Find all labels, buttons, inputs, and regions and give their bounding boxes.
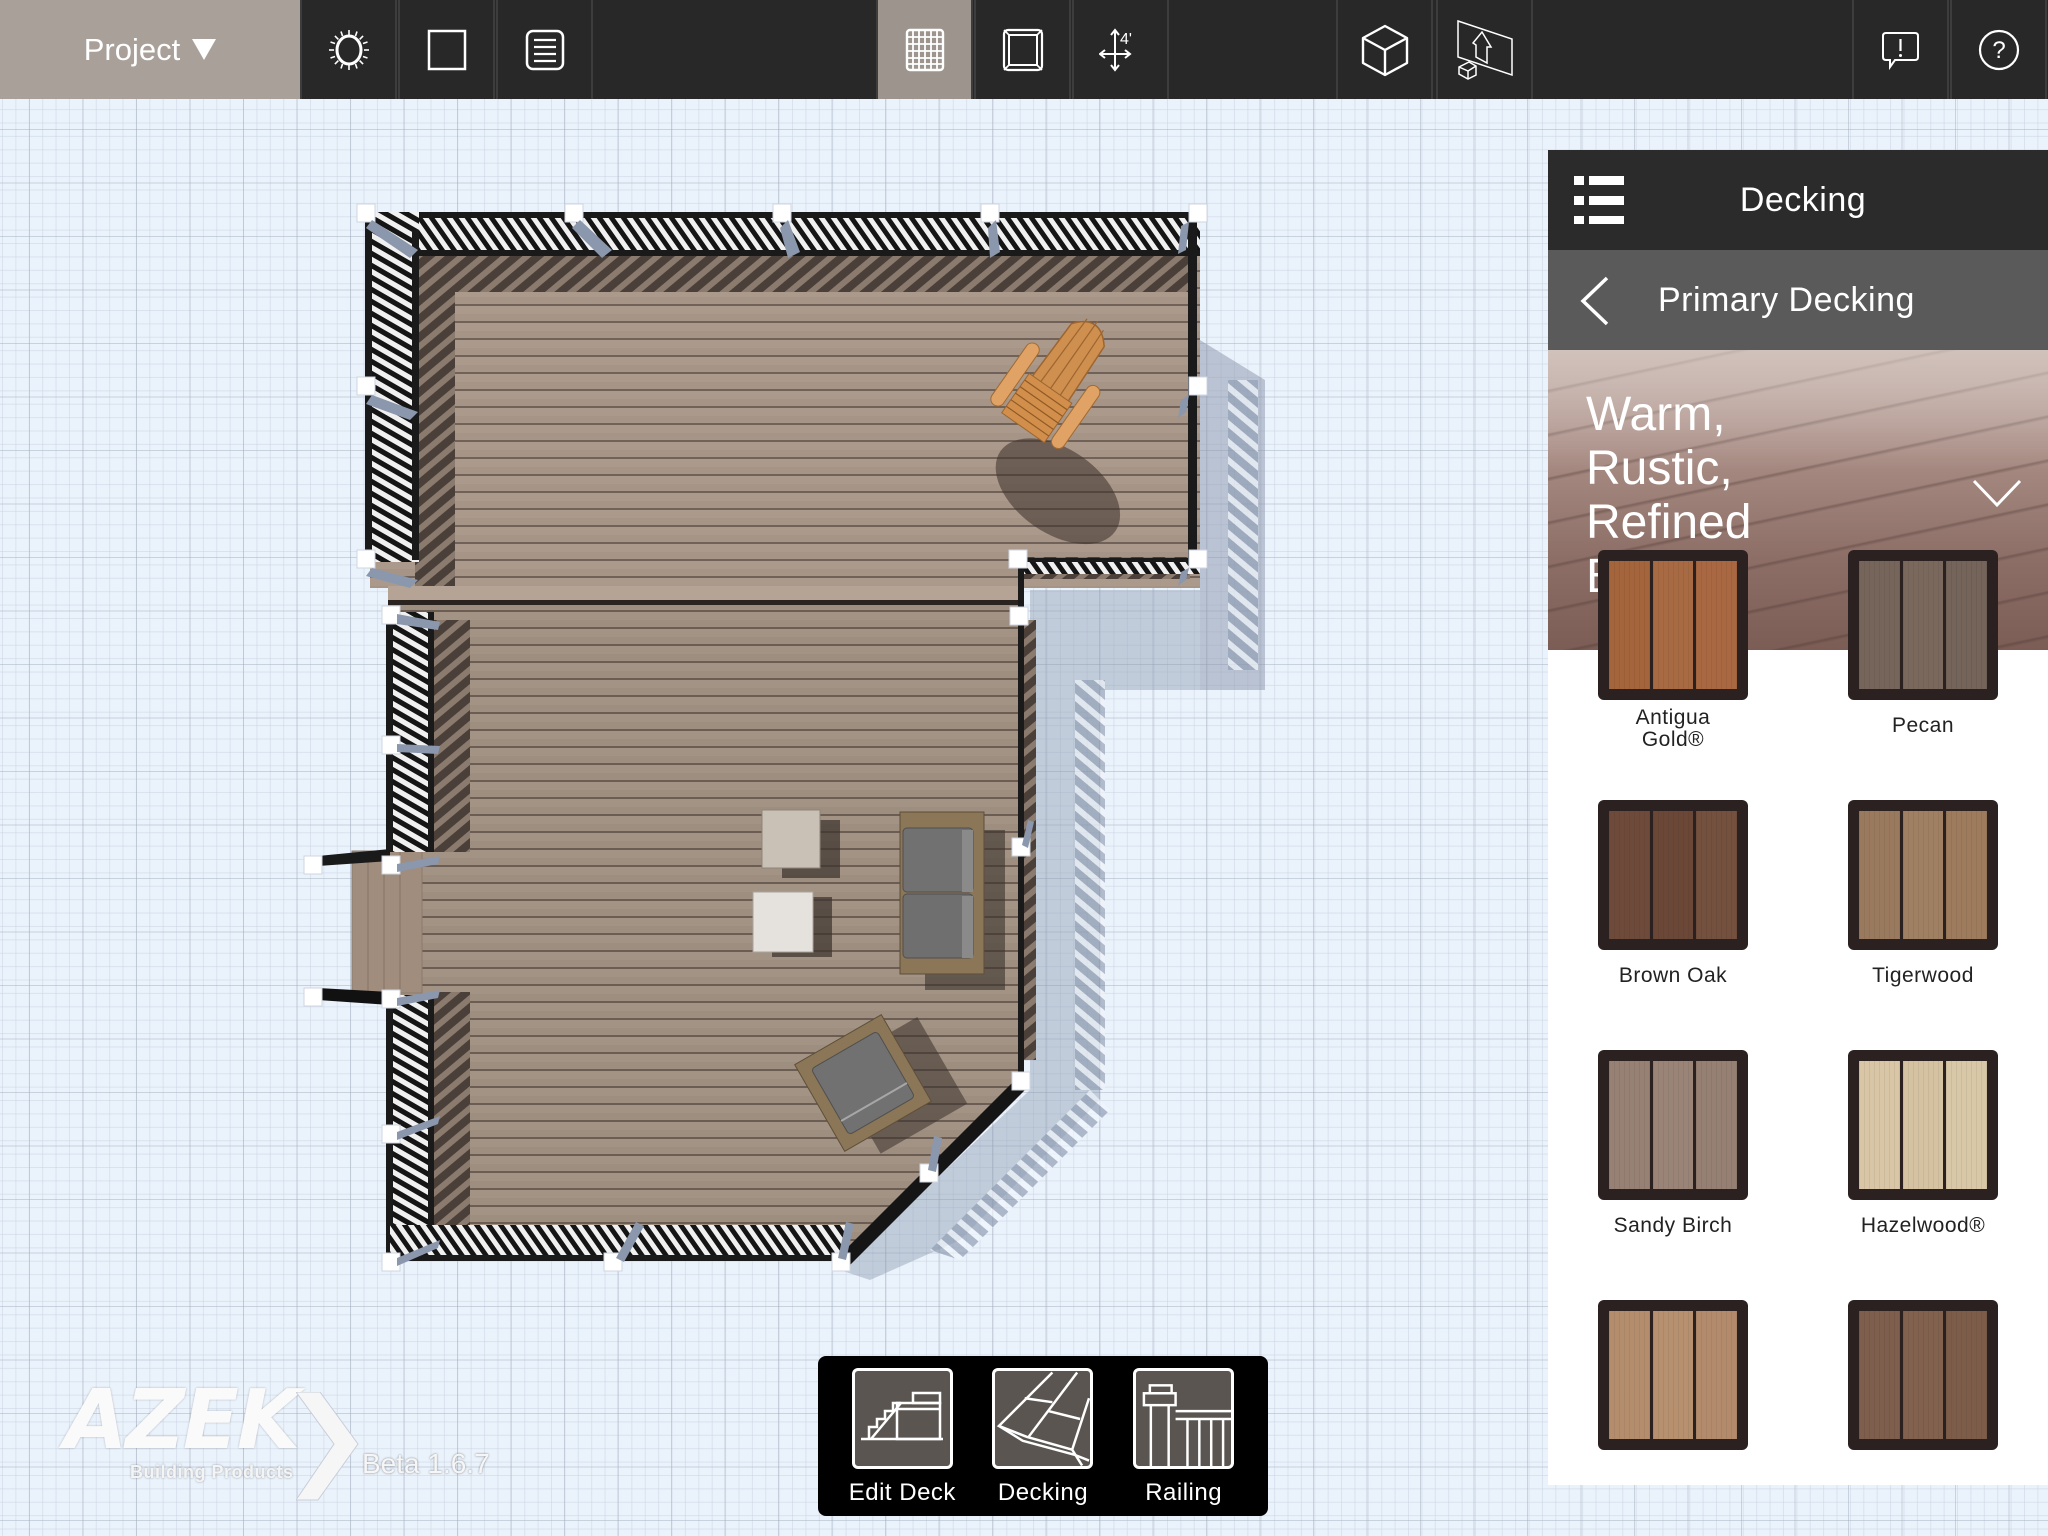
swatch-board xyxy=(1696,561,1738,689)
swatch-antigua-gold[interactable]: Antigua Gold® xyxy=(1598,550,1748,751)
page-button[interactable] xyxy=(398,0,495,99)
swatch-label: Hazelwood® xyxy=(1860,1214,1986,1237)
swatch-label: Tigerwood xyxy=(1872,964,1974,987)
decking-label: Decking xyxy=(997,1479,1089,1506)
panel-subheader: Primary Decking xyxy=(1548,250,2048,350)
swatch-board xyxy=(1696,1061,1738,1189)
swatch-board xyxy=(1859,1311,1900,1439)
grid-icon xyxy=(905,28,944,71)
ottoman[interactable] xyxy=(761,809,840,878)
swatch-brown-oak[interactable]: Brown Oak xyxy=(1598,800,1748,987)
swatch-tile xyxy=(1598,1300,1748,1450)
swatch-board xyxy=(1902,561,1944,689)
swatch-board xyxy=(1609,561,1650,689)
grid-view-button[interactable] xyxy=(876,0,973,99)
swatch-partial-1[interactable] xyxy=(1598,1300,1748,1450)
swatch-board xyxy=(1902,811,1944,939)
decking-icon xyxy=(997,1371,1091,1466)
railing-label: Railing xyxy=(1145,1479,1223,1506)
measure-button[interactable]: 4' xyxy=(1072,0,1169,99)
swatch-tile xyxy=(1598,800,1748,950)
deck-plan-canvas[interactable] xyxy=(0,99,1548,1536)
svg-text:?: ? xyxy=(1992,37,2005,64)
edit-deck-icon xyxy=(861,1391,944,1440)
swatch-tile xyxy=(1848,1300,1998,1450)
document-list-icon xyxy=(525,29,564,70)
panel-subtitle: Primary Decking xyxy=(1658,280,1915,319)
swatch-label: Pecan xyxy=(1891,714,1955,737)
chevron-down-icon[interactable] xyxy=(1972,478,2022,508)
brand-wordmark: AZEK xyxy=(64,1373,300,1468)
decking-panel: Decking Primary Decking Warm, Rustic, Re… xyxy=(1548,150,2048,1485)
loveseat[interactable] xyxy=(899,811,1005,990)
swatch-board xyxy=(1946,561,1988,689)
page-icon xyxy=(427,29,466,70)
help-button[interactable]: ? xyxy=(1950,0,2047,99)
cube-3d-icon xyxy=(1361,24,1408,76)
caret-down-icon xyxy=(192,39,217,60)
3d-view-button[interactable] xyxy=(1336,0,1433,99)
swatch-pecan[interactable]: Pecan xyxy=(1848,550,1998,737)
swatch-tile xyxy=(1848,800,1998,950)
decking-button[interactable]: Decking xyxy=(988,1368,1098,1516)
swatch-board xyxy=(1902,1061,1944,1189)
back-chevron-icon[interactable] xyxy=(1580,276,1610,326)
house-placement-icon xyxy=(1456,19,1513,80)
swatch-board xyxy=(1902,1311,1944,1439)
swatch-label: Antigua Gold® xyxy=(1635,706,1711,751)
brand-tagline: Building Products xyxy=(130,1462,294,1482)
top-toolbar: Project 4' ? xyxy=(0,0,2048,99)
edit-deck-button[interactable]: Edit Deck xyxy=(847,1368,957,1516)
swatch-tigerwood[interactable]: Tigerwood xyxy=(1848,800,1998,987)
panel-header: Decking xyxy=(1548,150,2048,250)
swatch-tile xyxy=(1598,550,1748,700)
swatch-board xyxy=(1609,1061,1650,1189)
tool-dock: Edit Deck Decking Railing xyxy=(818,1356,1268,1516)
feedback-button[interactable] xyxy=(1852,0,1949,99)
swatch-hazelwood[interactable]: Hazelwood® xyxy=(1848,1050,1998,1237)
swatch-tile xyxy=(1598,1050,1748,1200)
swatch-sandy-birch[interactable]: Sandy Birch xyxy=(1598,1050,1748,1237)
feedback-icon xyxy=(1881,31,1919,70)
panel-title: Decking xyxy=(1739,180,1867,219)
swatch-board xyxy=(1652,1311,1694,1439)
swatch-label: Brown Oak xyxy=(1618,964,1728,987)
frame-view-icon xyxy=(1002,28,1043,71)
measure-label: 4' xyxy=(1120,31,1132,48)
frame-view-button[interactable] xyxy=(974,0,1071,99)
version-label: Beta 1.6.7 xyxy=(362,1448,490,1479)
menu-list-icon[interactable] xyxy=(1574,176,1624,224)
swatch-board xyxy=(1946,1311,1988,1439)
swatch-partial-2[interactable] xyxy=(1848,1300,1998,1450)
swatch-board xyxy=(1696,1311,1738,1439)
sun-icon xyxy=(328,29,369,70)
house-placement-button[interactable] xyxy=(1436,0,1533,99)
swatch-board xyxy=(1652,811,1694,939)
measure-icon: 4' xyxy=(1098,27,1132,72)
swatch-board xyxy=(1652,561,1694,689)
azek-logo: AZEK Building Products Beta 1.6.7 xyxy=(64,1373,490,1501)
swatch-board xyxy=(1859,811,1900,939)
swatch-board xyxy=(1946,811,1988,939)
swatch-board xyxy=(1609,1311,1650,1439)
swatch-label: Sandy Birch xyxy=(1613,1214,1733,1237)
swatch-board xyxy=(1609,811,1650,939)
project-label: Project xyxy=(83,31,181,67)
railing-icon xyxy=(1142,1383,1232,1466)
swatch-board xyxy=(1859,561,1900,689)
help-icon: ? xyxy=(1978,29,2019,70)
swatch-tile xyxy=(1848,550,1998,700)
swatch-board xyxy=(1652,1061,1694,1189)
swatch-board xyxy=(1859,1061,1900,1189)
railing-button[interactable]: Railing xyxy=(1129,1368,1239,1516)
lighting-button[interactable] xyxy=(300,0,397,99)
project-menu-button[interactable]: Project xyxy=(0,0,300,99)
swatch-board xyxy=(1946,1061,1988,1189)
swatch-tile xyxy=(1848,1050,1998,1200)
edit-deck-label: Edit Deck xyxy=(848,1479,956,1506)
document-list-button[interactable] xyxy=(496,0,593,99)
brand-chevron-icon xyxy=(296,1392,359,1501)
side-table[interactable] xyxy=(752,891,832,957)
swatch-board xyxy=(1696,811,1738,939)
